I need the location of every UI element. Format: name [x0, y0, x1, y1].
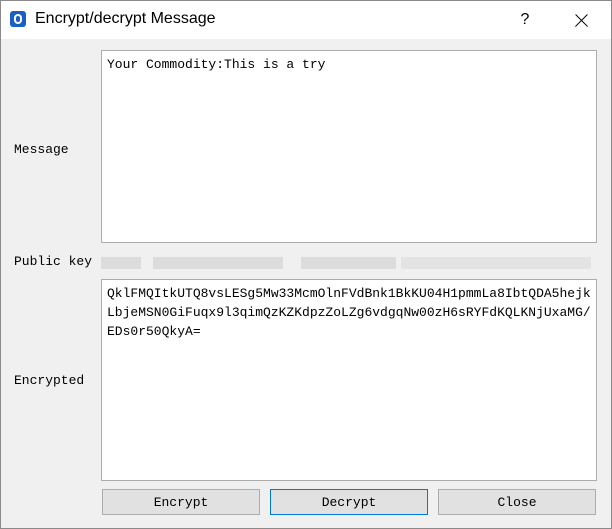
encrypted-textarea[interactable]: QklFMQItkUTQ8vsLESg5Mw33McmOlnFVdBnk1BkK…	[101, 279, 597, 481]
title-bar: Encrypt/decrypt Message ?	[1, 1, 611, 39]
window-title: Encrypt/decrypt Message	[35, 10, 216, 27]
help-button[interactable]: ?	[507, 1, 543, 39]
encrypted-label: Encrypted	[14, 373, 85, 388]
close-icon[interactable]	[557, 1, 603, 39]
public-key-label: Public key	[14, 254, 93, 269]
encrypt-button[interactable]: Encrypt	[102, 489, 260, 515]
close-button[interactable]: Close	[438, 489, 596, 515]
encrypt-decrypt-dialog: Encrypt/decrypt Message ? Message Your C…	[0, 0, 612, 529]
public-key-field[interactable]	[101, 251, 597, 275]
app-logo-icon	[10, 11, 26, 27]
decrypt-button[interactable]: Decrypt	[270, 489, 428, 515]
message-textarea[interactable]: Your Commodity:This is a try	[101, 50, 597, 243]
message-label: Message	[14, 142, 69, 157]
